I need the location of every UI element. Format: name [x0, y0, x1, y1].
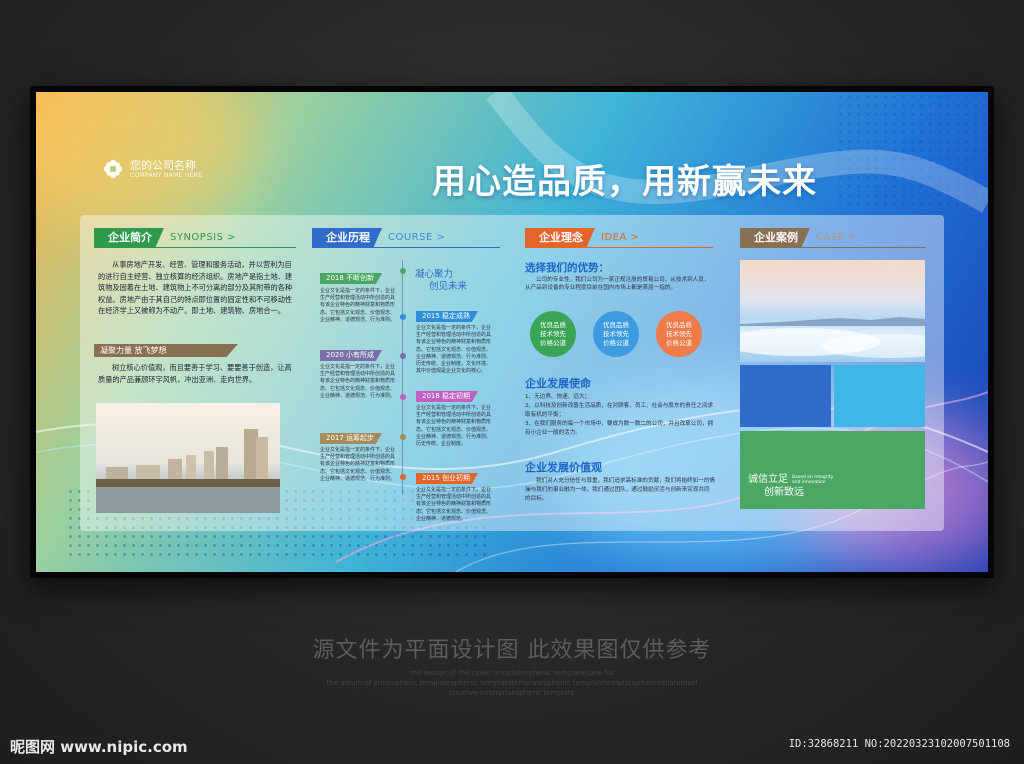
course-motto: 凝心聚力 创见未来: [415, 269, 467, 293]
synopsis-rule: [94, 247, 296, 248]
case-block-cyan: [834, 365, 925, 427]
mission-list: 1、无边界、快速、远大； 2、以科技及创新改善生活品质，在对顾客、员工、社会与股…: [525, 393, 715, 438]
watermark-title: 源文件为平面设计图 此效果图仅供参考: [312, 638, 712, 663]
display-board: 您的公司名称 COMPANY NAME HERE 用心造品质，用新赢未来 企业简…: [36, 92, 988, 572]
timeline-dot: [399, 314, 406, 320]
flower-logo-icon: [103, 159, 123, 179]
case-tag: 企业案例: [740, 228, 810, 247]
case-motto: 诚信立足 Based on integrity and innovation 创…: [748, 473, 833, 499]
timeline-dot: [399, 353, 406, 359]
image-id: ID:32868211 NO:20220323102007501108: [788, 738, 1010, 750]
circle-line: 优良品质: [666, 320, 692, 329]
course-tag-en: COURSE >: [388, 232, 446, 243]
timeline-year: 2015 创业初期: [416, 473, 479, 484]
timeline-text: 企业文化是指一定的条件下，企业生产经营和管理活动中所创造的具有该企业特色的精神财…: [416, 325, 492, 375]
synopsis-sub-body: 树立核心价值观，而且要善于学习、要要善于创造，让高质量的产品兼顾环宇风帆，冲出亚…: [98, 363, 292, 384]
idea-tag: 企业理念: [525, 228, 595, 247]
case-motto-line2: 创新致远: [764, 487, 804, 498]
site-name: 昵图网 www.nipic.com: [10, 738, 188, 756]
values-body: 我们对人充分信任与尊重，我们追求高标准的贡献，我们将始终如一的情操与我们的事业融…: [525, 478, 716, 502]
timeline-text: 企业文化是指一定的条件下，企业生产经营和管理活动中所创造的具有该企业特色的精神财…: [416, 405, 492, 448]
course-motto-line2: 创见未来: [429, 281, 468, 292]
mission-item: 1、无边界、快速、远大；: [525, 394, 591, 400]
timeline-dot: [399, 434, 406, 440]
slogan-title: 用心造品质，用新赢未来: [432, 162, 817, 202]
mission-item: 2、以科技及创新改善生活品质，在对顾客、员工、社会与股东的责任之间求取有机的平衡…: [525, 403, 714, 418]
idea-rule: [525, 247, 713, 248]
circle-line: 技术领先: [603, 329, 629, 338]
skyline-photo: [740, 260, 925, 362]
circle-line: 价格公道: [603, 338, 629, 347]
city-skyline-image: [96, 429, 280, 513]
watermark-en: the design of the cover templatesphenic …: [409, 669, 615, 677]
company-logo: 您的公司名称 COMPANY NAME HERE: [102, 158, 202, 180]
timeline-dot: [399, 474, 406, 480]
advantage-circle: 优良品质 技术领先 价格公道: [656, 311, 702, 357]
circle-line: 技术领先: [540, 329, 566, 338]
case-motto-en-line2: and innovation: [792, 479, 826, 485]
watermark-en: creative enterprisespheric template: [449, 689, 575, 697]
case-motto-line1: 诚信立足: [748, 474, 788, 485]
case-header: 企业案例 CASE >: [740, 228, 857, 247]
timeline-text: 企业文化是指一定的条件下，企业生产经营和管理活动中所创造的具有该企业特色的精神财…: [320, 364, 396, 399]
case-rule: [740, 247, 926, 248]
idea-tag-en: IDEA >: [601, 232, 640, 243]
timeline-dot: [399, 268, 406, 274]
synopsis-body: 从事房地产开发、经营、管理和服务活动，并以营利为目的进行自主经营、独立核算的经济…: [98, 260, 293, 315]
company-name-en: COMPANY NAME HERE: [130, 171, 203, 179]
timeline-year: 2018 稳定初期: [416, 391, 479, 402]
sea-of-clouds-image: [740, 317, 925, 358]
course-header: 企业历程 COURSE >: [312, 228, 445, 247]
course-rule: [312, 247, 500, 248]
circle-line: 技术领先: [666, 329, 692, 338]
synopsis-tag-en: SYNOPSIS >: [170, 232, 237, 243]
circle-line: 优良品质: [603, 320, 629, 329]
synopsis-subtag: 凝聚力量 放飞梦想: [94, 344, 238, 357]
synopsis-tag: 企业简介: [94, 228, 164, 247]
timeline-axis: [402, 260, 403, 495]
case-motto-en-line1: Based on integrity: [792, 474, 834, 480]
case-motto-en: Based on integrity and innovation: [792, 475, 833, 485]
timeline-year: 2020 小有所成: [320, 350, 383, 361]
city-photo: [96, 403, 280, 513]
mission-title: 企业发展使命: [525, 377, 591, 390]
case-tag-en: CASE >: [816, 232, 858, 243]
advantage-body: 公司的专业性，我们公司为一家正规注册的贸易公司，从技术到人员，从产品到设备的专业…: [525, 277, 710, 291]
mission-item: 3、在我们服务的每一个市场中，要成为数一数二的公司，并且改革公司，拥有小企业一般…: [525, 421, 714, 436]
values-title: 企业发展价值观: [525, 461, 602, 474]
watermark-en: the album of atmospheric templatesphenic…: [326, 679, 698, 687]
timeline-dot: [399, 394, 406, 400]
advantage-circle: 优良品质 技术领先 价格公道: [593, 311, 639, 357]
timeline-year: 2017 运筹起步: [320, 433, 383, 444]
case-block-blue: [740, 365, 831, 427]
course-tag: 企业历程: [312, 228, 382, 247]
advantage-title: 选择我们的优势：: [525, 262, 609, 274]
company-name: 您的公司名称: [130, 158, 196, 172]
circle-line: 价格公道: [666, 338, 692, 347]
advantage-circle: 优良品质 技术领先 价格公道: [530, 311, 576, 357]
timeline-year: 2018 不断创新: [320, 273, 383, 284]
circle-line: 价格公道: [540, 338, 566, 347]
timeline-text: 企业文化是指一定的条件下，企业生产经营和管理活动中所创造的具有该企业特色的精神财…: [416, 487, 492, 522]
idea-header: 企业理念 IDEA >: [525, 228, 639, 247]
course-motto-line1: 凝心聚力: [415, 269, 454, 280]
circle-line: 优良品质: [540, 320, 566, 329]
synopsis-header: 企业简介 SYNOPSIS >: [94, 228, 236, 247]
timeline-year: 2015 稳定成熟: [416, 311, 479, 322]
timeline-text: 企业文化是指一定的条件下，企业生产经营和管理活动中所创造的具有该企业特色的精神财…: [320, 447, 396, 482]
timeline-text: 企业文化是指一定的条件下，企业生产经营和管理活动中所创造的具有该企业特色的精神财…: [320, 288, 396, 323]
